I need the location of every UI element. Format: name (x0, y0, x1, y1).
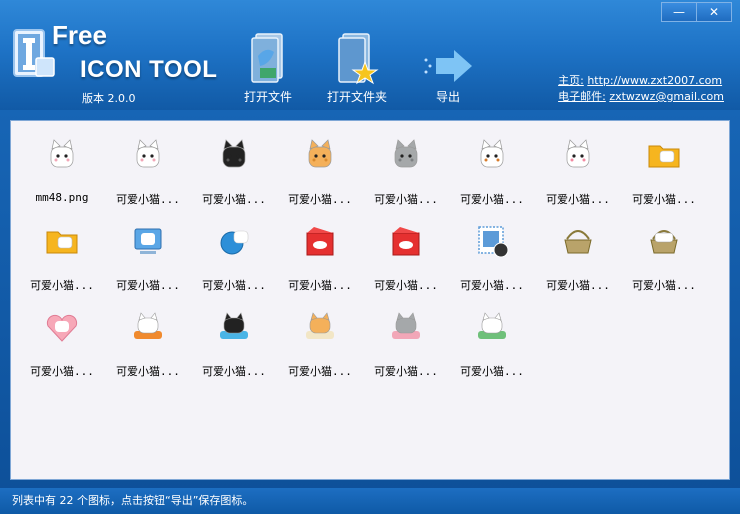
icon-list-item-label: 可爱小猫... (288, 193, 352, 206)
logo-text-free: Free (52, 20, 107, 50)
app-window: — ✕ Free ICON TOOL 版本 2.0.0 打开文件 打开文件夹 导… (0, 0, 740, 514)
icon-list-item-label: 可爱小猫... (116, 193, 180, 206)
cat-calico-icon (480, 139, 504, 168)
cat-gray-icon (394, 139, 418, 168)
status-bar: 列表中有 22 个图标，点击按钮“导出”保存图标。 (0, 488, 740, 514)
icon-list-item-label: 可爱小猫... (202, 365, 266, 378)
icon-list-item-label: 可爱小猫... (30, 279, 94, 292)
homepage-link[interactable]: http://www.zxt2007.com (587, 74, 722, 87)
icon-list-item-label: 可爱小猫... (30, 365, 94, 378)
icon-list-item-label: 可爱小猫... (202, 193, 266, 206)
icon-list-item[interactable]: 可爱小猫... (189, 213, 275, 299)
icon-list-item[interactable]: 可爱小猫... (533, 127, 619, 213)
computer-cat-icon (134, 228, 162, 254)
open-file-icon (251, 33, 283, 83)
open-folder-button[interactable]: 打开文件夹 (312, 30, 402, 105)
red-box-fish-icon (306, 227, 334, 256)
cat-calico-on-green-icon (478, 312, 506, 339)
export-button[interactable]: 导出 (403, 30, 493, 105)
icon-list-item-label: 可爱小猫... (116, 279, 180, 292)
icon-list-item-label: 可爱小猫... (546, 279, 610, 292)
icon-list-item[interactable]: 可爱小猫... (103, 299, 189, 385)
cat-orange-on-cushion-icon (306, 312, 334, 339)
icon-list-item-label: 可爱小猫... (116, 365, 180, 378)
icon-list-panel[interactable]: mm48.png 可爱小猫... 可爱小猫... 可爱小猫... 可爱小猫...… (10, 120, 730, 480)
header-banner: — ✕ Free ICON TOOL 版本 2.0.0 打开文件 打开文件夹 导… (0, 0, 740, 110)
icon-list-item-label: 可爱小猫... (460, 365, 524, 378)
icon-list-item[interactable]: 可爱小猫... (447, 299, 533, 385)
email-link[interactable]: zxtwzwz@gmail.com (609, 90, 724, 103)
app-logo: Free ICON TOOL (12, 20, 222, 90)
folder-cat-open-icon (46, 231, 78, 254)
icon-list-item-label: 可爱小猫... (374, 279, 438, 292)
basket-cats-icon (650, 230, 678, 254)
cat-white-icon (136, 139, 160, 168)
globe-cat-icon (220, 230, 249, 255)
icon-list-item-label: 可爱小猫... (546, 193, 610, 206)
icon-list-item[interactable]: 可爱小猫... (361, 213, 447, 299)
icon-list-item-label: 可爱小猫... (288, 279, 352, 292)
open-file-button[interactable]: 打开文件 (223, 30, 313, 105)
icon-list-item[interactable]: 可爱小猫... (275, 213, 361, 299)
basket-empty-icon (564, 230, 592, 254)
icon-list-item[interactable]: 可爱小猫... (103, 127, 189, 213)
icon-list-item[interactable]: 可爱小猫... (17, 213, 103, 299)
icon-list-item[interactable]: 可爱小猫... (361, 127, 447, 213)
icon-list-item[interactable]: 可爱小猫... (619, 213, 705, 299)
homepage-label: 主页: (558, 74, 584, 87)
icon-list-item[interactable]: 可爱小猫... (189, 299, 275, 385)
export-arrow-icon (424, 50, 472, 82)
icon-list-item[interactable]: 可爱小猫... (533, 213, 619, 299)
icon-list-item[interactable]: 可爱小猫... (447, 127, 533, 213)
contact-links: 主页: http://www.zxt2007.com 电子邮件: zxtwzwz… (558, 73, 724, 105)
open-folder-icon (338, 33, 379, 85)
icon-list-item[interactable]: 可爱小猫... (275, 127, 361, 213)
logo-text-icon-tool: ICON TOOL (80, 56, 218, 83)
icon-list-item-label: 可爱小猫... (288, 365, 352, 378)
folder-cat-yellow-icon (648, 145, 680, 168)
icon-list-item-label: 可爱小猫... (632, 279, 696, 292)
cat-black-on-blue-icon (220, 312, 248, 339)
icon-list-item-label: 可爱小猫... (374, 365, 438, 378)
minimize-button[interactable]: — (661, 2, 697, 22)
icon-list-item[interactable]: 可爱小猫... (275, 299, 361, 385)
icon-list-item[interactable]: 可爱小猫... (17, 299, 103, 385)
close-button[interactable]: ✕ (697, 2, 732, 22)
email-label: 电子邮件: (558, 90, 606, 103)
window-controls: — ✕ (661, 2, 732, 22)
icon-list-item-label: 可爱小猫... (632, 193, 696, 206)
icon-list-item[interactable]: 可爱小猫... (619, 127, 705, 213)
cat-white-pink-icon (566, 139, 590, 168)
red-box-cat-icon (392, 227, 420, 256)
cat-gray-on-pink-icon (392, 312, 420, 339)
open-file-label: 打开文件 (243, 90, 292, 104)
cat-white-large-icon (50, 139, 74, 168)
cat-on-orange-cushion-icon (134, 312, 162, 339)
icon-list-item-label: mm48.png (35, 191, 89, 204)
icon-list-item[interactable]: 可爱小猫... (103, 213, 189, 299)
icon-list-item[interactable]: 可爱小猫... (361, 299, 447, 385)
stamp-cat-icon (478, 226, 509, 258)
icon-list-item-label: 可爱小猫... (460, 279, 524, 292)
export-label: 导出 (435, 90, 460, 104)
version-label: 版本 2.0.0 (82, 92, 136, 105)
cat-orange-icon (308, 139, 332, 168)
icon-list-item[interactable]: 可爱小猫... (447, 213, 533, 299)
icon-list-item-label: 可爱小猫... (374, 193, 438, 206)
icon-list-item[interactable]: 可爱小猫... (189, 127, 275, 213)
heart-cat-icon (46, 314, 78, 342)
open-folder-label: 打开文件夹 (326, 90, 387, 104)
icon-list-item-label: 可爱小猫... (460, 193, 524, 206)
icon-list-item[interactable]: mm48.png (17, 127, 103, 213)
cat-black-icon (222, 139, 246, 168)
icon-list-item-label: 可爱小猫... (202, 279, 266, 292)
